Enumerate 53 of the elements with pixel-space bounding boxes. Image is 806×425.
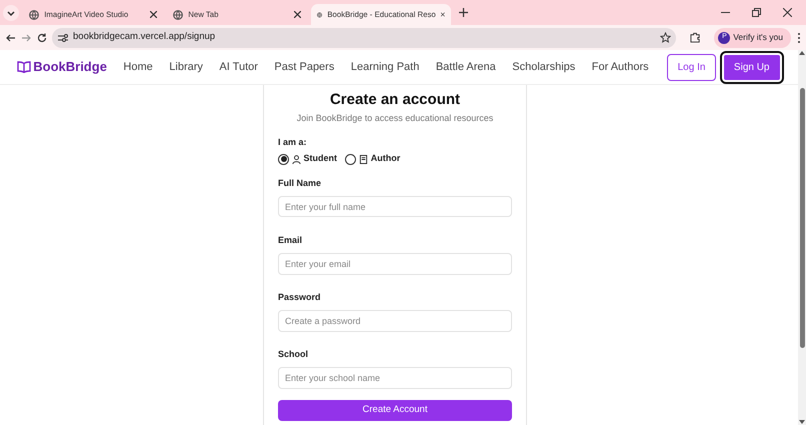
person-icon xyxy=(292,154,301,164)
create-account-button[interactable]: Create Account xyxy=(278,400,512,421)
back-arrow-icon[interactable] xyxy=(6,32,16,42)
login-button[interactable]: Log In xyxy=(666,54,716,80)
restore-icon[interactable] xyxy=(752,8,762,17)
nav-link[interactable]: For Authors xyxy=(592,58,649,76)
input-field[interactable]: Enter your school name xyxy=(278,367,512,390)
radio-button[interactable] xyxy=(278,154,289,164)
radio-label: Student xyxy=(304,152,337,166)
nav-link[interactable]: Battle Arena xyxy=(436,58,496,76)
field-label: Email xyxy=(278,234,304,247)
input-field[interactable]: Enter your full name xyxy=(278,196,512,218)
close-icon[interactable] xyxy=(441,11,445,18)
field-label: School xyxy=(278,348,310,362)
book-icon xyxy=(359,154,368,164)
radio-label: Author xyxy=(370,152,400,166)
site-settings-icon xyxy=(58,32,68,42)
extensions-icon[interactable] xyxy=(690,32,701,43)
nav-link[interactable]: Library xyxy=(169,58,203,76)
field-label: Password xyxy=(278,291,322,304)
url-text: bookbridgecam.vercel.app/signup xyxy=(73,30,216,44)
address-bar[interactable]: bookbridgecam.vercel.app/signup xyxy=(52,28,676,48)
close-icon[interactable] xyxy=(783,8,792,17)
form-title: Create an account xyxy=(328,90,462,110)
new-tab-icon[interactable] xyxy=(458,8,468,17)
scroll-down-icon[interactable] xyxy=(799,419,805,425)
forward-arrow-icon[interactable] xyxy=(21,32,31,42)
input-field[interactable]: Enter your email xyxy=(278,252,512,275)
close-icon[interactable] xyxy=(294,11,301,18)
reload-icon[interactable] xyxy=(36,32,46,42)
more-menu-icon[interactable] xyxy=(796,32,800,44)
scrollbar[interactable] xyxy=(798,50,806,425)
profile-text: Verify it's you xyxy=(733,31,783,44)
globe-icon xyxy=(28,10,39,20)
scroll-thumb[interactable] xyxy=(800,88,804,348)
globe-icon xyxy=(316,10,322,20)
input-field[interactable]: Create a password xyxy=(278,310,512,332)
form-subtitle: Join BookBridge to access educational resources xyxy=(296,112,494,125)
open-book-icon xyxy=(16,61,30,73)
radio-button[interactable] xyxy=(345,154,356,164)
nav-link[interactable]: Past Papers xyxy=(274,58,334,76)
tab-list-icon[interactable] xyxy=(2,5,19,21)
brand-name[interactable]: BookBridge xyxy=(33,57,107,77)
field-label: I am a: xyxy=(278,136,308,149)
globe-icon xyxy=(172,10,183,20)
star-icon[interactable] xyxy=(660,32,671,43)
nav-link[interactable]: Home xyxy=(123,58,153,76)
nav-link[interactable]: Learning Path xyxy=(350,58,420,76)
nav-link[interactable]: Scholarships xyxy=(512,58,576,76)
close-icon[interactable] xyxy=(150,11,157,18)
nav-link[interactable]: AI Tutor xyxy=(219,58,258,76)
field-label: Full Name xyxy=(278,176,322,190)
signup-button[interactable]: Sign Up xyxy=(722,52,782,82)
